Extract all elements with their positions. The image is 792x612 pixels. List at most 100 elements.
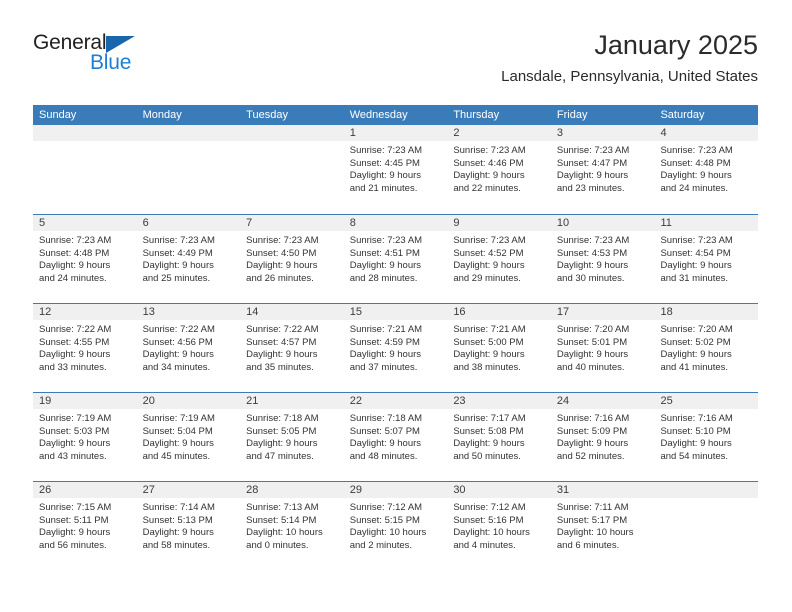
- day-cell-8[interactable]: 8 Sunrise: 7:23 AM Sunset: 4:51 PM Daylight…: [343, 215, 448, 303]
- day-detail-line: Sunrise: 7:22 AM: [142, 324, 215, 335]
- day-number: 30: [453, 484, 466, 496]
- day-detail-line: Sunset: 4:59 PM: [349, 336, 420, 348]
- day-detail-line: Sunset: 5:13 PM: [142, 514, 213, 526]
- day-detail-line: Daylight: 9 hours: [556, 438, 629, 450]
- day-cell-23[interactable]: 23 Sunrise: 7:17 AM Sunset: 5:08 PM Dayligh…: [447, 393, 551, 481]
- day-cell-11[interactable]: 11 Sunrise: 7:23 AM Sunset: 4:54 PM Dayligh…: [654, 215, 759, 303]
- weekday-header-tuesday: Tuesday: [246, 109, 288, 121]
- day-cell-body: Sunrise: 7:22 AM Sunset: 4:57 PM Daylight:…: [240, 320, 344, 374]
- calendar-week-row: 19 Sunrise: 7:19 AM Sunset: 5:03 PM Dayligh…: [33, 392, 759, 481]
- day-cell-body: Sunrise: 7:23 AM Sunset: 4:50 PM Daylight:…: [240, 231, 344, 285]
- day-detail-line: Daylight: 10 hours: [349, 527, 427, 539]
- day-cell-12[interactable]: 12 Sunrise: 7:22 AM Sunset: 4:55 PM Dayligh…: [33, 304, 137, 392]
- weekday-header-wednesday: Wednesday: [349, 109, 408, 121]
- day-cell-empty: [654, 482, 759, 570]
- day-detail-line: Sunset: 4:50 PM: [246, 247, 317, 259]
- day-cell-7[interactable]: 7 Sunrise: 7:23 AM Sunset: 4:50 PM Daylight…: [240, 215, 344, 303]
- day-cell-18[interactable]: 18 Sunrise: 7:20 AM Sunset: 5:02 PM Dayligh…: [654, 304, 759, 392]
- day-cell-29[interactable]: 29 Sunrise: 7:12 AM Sunset: 5:15 PM Dayligh…: [343, 482, 448, 570]
- day-cell-empty: [33, 125, 137, 214]
- day-number: 1: [349, 127, 356, 139]
- day-number: 17: [556, 306, 570, 318]
- weekday-header-friday: Friday: [556, 109, 588, 121]
- day-cell-28[interactable]: 28 Sunrise: 7:13 AM Sunset: 5:14 PM Dayligh…: [240, 482, 344, 570]
- day-cell-3[interactable]: 3 Sunrise: 7:23 AM Sunset: 4:47 PM Daylight…: [550, 125, 655, 214]
- day-cell-1[interactable]: 1 Sunrise: 7:23 AM Sunset: 4:45 PM Daylight…: [343, 125, 448, 214]
- day-cell-body: [654, 498, 758, 502]
- day-number-band: 23: [447, 393, 551, 409]
- day-number-band: 29: [343, 482, 448, 498]
- day-detail-line: Sunrise: 7:23 AM: [453, 145, 526, 156]
- day-number: 28: [246, 484, 259, 496]
- day-cell-21[interactable]: 21 Sunrise: 7:18 AM Sunset: 5:05 PM Dayligh…: [240, 393, 344, 481]
- day-detail-line: Daylight: 10 hours: [556, 527, 634, 539]
- day-cell-body: Sunrise: 7:23 AM Sunset: 4:53 PM Daylight:…: [551, 231, 655, 285]
- day-detail-line: Daylight: 9 hours: [142, 527, 214, 539]
- day-detail-line: Sunset: 4:53 PM: [556, 247, 628, 259]
- day-number: 26: [39, 484, 52, 496]
- day-cell-2[interactable]: 2 Sunrise: 7:23 AM Sunset: 4:46 PM Daylight…: [447, 125, 551, 214]
- day-number: 4: [660, 127, 667, 139]
- day-detail-line: and 0 minutes.: [246, 539, 309, 551]
- calendar-week-row: 26 Sunrise: 7:15 AM Sunset: 5:11 PM Dayligh…: [33, 481, 759, 570]
- day-cell-4[interactable]: 4 Sunrise: 7:23 AM Sunset: 4:48 PM Daylight…: [654, 125, 759, 214]
- day-cell-16[interactable]: 16 Sunrise: 7:21 AM Sunset: 5:00 PM Dayligh…: [447, 304, 551, 392]
- day-detail-line: and 33 minutes.: [39, 361, 107, 373]
- day-detail-line: and 38 minutes.: [453, 361, 521, 373]
- day-cell-13[interactable]: 13 Sunrise: 7:22 AM Sunset: 4:56 PM Dayligh…: [136, 304, 241, 392]
- day-detail-line: and 31 minutes.: [660, 272, 729, 284]
- day-detail-line: Sunrise: 7:20 AM: [660, 324, 733, 335]
- day-cell-body: Sunrise: 7:23 AM Sunset: 4:48 PM Daylight:…: [33, 231, 137, 285]
- day-cell-25[interactable]: 25 Sunrise: 7:16 AM Sunset: 5:10 PM Dayligh…: [654, 393, 759, 481]
- day-cell-5[interactable]: 5 Sunrise: 7:23 AM Sunset: 4:48 PM Daylight…: [33, 215, 137, 303]
- day-detail-line: Sunset: 4:52 PM: [453, 247, 524, 259]
- logo-text-blue: Blue: [90, 51, 132, 74]
- day-cell-19[interactable]: 19 Sunrise: 7:19 AM Sunset: 5:03 PM Dayligh…: [33, 393, 137, 481]
- day-detail-line: Sunset: 4:57 PM: [246, 336, 317, 348]
- day-cell-27[interactable]: 27 Sunrise: 7:14 AM Sunset: 5:13 PM Dayligh…: [136, 482, 241, 570]
- day-cell-26[interactable]: 26 Sunrise: 7:15 AM Sunset: 5:11 PM Dayligh…: [33, 482, 137, 570]
- day-detail-line: and 48 minutes.: [349, 450, 418, 462]
- day-cell-17[interactable]: 17 Sunrise: 7:20 AM Sunset: 5:01 PM Dayligh…: [550, 304, 655, 392]
- day-cell-31[interactable]: 31 Sunrise: 7:11 AM Sunset: 5:17 PM Dayligh…: [550, 482, 655, 570]
- day-cell-body: Sunrise: 7:21 AM Sunset: 4:59 PM Daylight:…: [344, 320, 448, 374]
- page-header: General Blue January 2025 Lansdale, Penn…: [33, 28, 758, 98]
- day-cell-30[interactable]: 30 Sunrise: 7:12 AM Sunset: 5:16 PM Dayligh…: [447, 482, 551, 570]
- day-number: 7: [246, 217, 253, 229]
- day-detail-line: Sunrise: 7:19 AM: [142, 413, 215, 424]
- day-detail-line: and 54 minutes.: [660, 450, 729, 462]
- day-cell-body: Sunrise: 7:14 AM Sunset: 5:13 PM Daylight:…: [137, 498, 241, 552]
- day-cell-body: [240, 141, 344, 145]
- day-number: 9: [453, 217, 460, 229]
- day-cell-body: Sunrise: 7:19 AM Sunset: 5:03 PM Daylight:…: [33, 409, 137, 463]
- day-cell-body: Sunrise: 7:13 AM Sunset: 5:14 PM Daylight:…: [240, 498, 344, 552]
- day-detail-line: Sunrise: 7:23 AM: [39, 235, 112, 246]
- calendar-page: General Blue January 2025 Lansdale, Penn…: [0, 0, 792, 612]
- calendar-weeks: 1 Sunrise: 7:23 AM Sunset: 4:45 PM Daylight…: [33, 125, 759, 570]
- day-detail-line: Sunset: 5:17 PM: [556, 514, 628, 526]
- day-cell-20[interactable]: 20 Sunrise: 7:19 AM Sunset: 5:04 PM Dayligh…: [136, 393, 241, 481]
- day-detail-line: Sunset: 5:01 PM: [556, 336, 628, 348]
- day-cell-10[interactable]: 10 Sunrise: 7:23 AM Sunset: 4:53 PM Dayligh…: [550, 215, 655, 303]
- calendar-week-row: 1 Sunrise: 7:23 AM Sunset: 4:45 PM Daylight…: [33, 125, 759, 214]
- day-number-band: 16: [447, 304, 551, 320]
- day-number: 14: [246, 306, 259, 318]
- day-cell-6[interactable]: 6 Sunrise: 7:23 AM Sunset: 4:49 PM Daylight…: [136, 215, 241, 303]
- day-number-band: 30: [447, 482, 551, 498]
- day-detail-line: and 30 minutes.: [556, 272, 625, 284]
- day-number-band: [136, 125, 241, 141]
- day-number: 18: [660, 306, 673, 318]
- day-detail-line: Daylight: 9 hours: [349, 438, 422, 450]
- day-number-band: 7: [240, 215, 344, 231]
- day-cell-22[interactable]: 22 Sunrise: 7:18 AM Sunset: 5:07 PM Dayligh…: [343, 393, 448, 481]
- day-cell-14[interactable]: 14 Sunrise: 7:22 AM Sunset: 4:57 PM Dayligh…: [240, 304, 344, 392]
- day-cell-9[interactable]: 9 Sunrise: 7:23 AM Sunset: 4:52 PM Daylight…: [447, 215, 551, 303]
- day-number: 2: [453, 127, 460, 139]
- day-detail-line: Sunrise: 7:18 AM: [349, 413, 423, 424]
- day-detail-line: Daylight: 9 hours: [142, 260, 214, 272]
- day-detail-line: Sunset: 4:51 PM: [349, 247, 420, 259]
- day-detail-line: and 56 minutes.: [39, 539, 107, 551]
- day-cell-24[interactable]: 24 Sunrise: 7:16 AM Sunset: 5:09 PM Dayligh…: [550, 393, 655, 481]
- day-cell-15[interactable]: 15 Sunrise: 7:21 AM Sunset: 4:59 PM Dayligh…: [343, 304, 448, 392]
- day-number: 31: [556, 484, 570, 496]
